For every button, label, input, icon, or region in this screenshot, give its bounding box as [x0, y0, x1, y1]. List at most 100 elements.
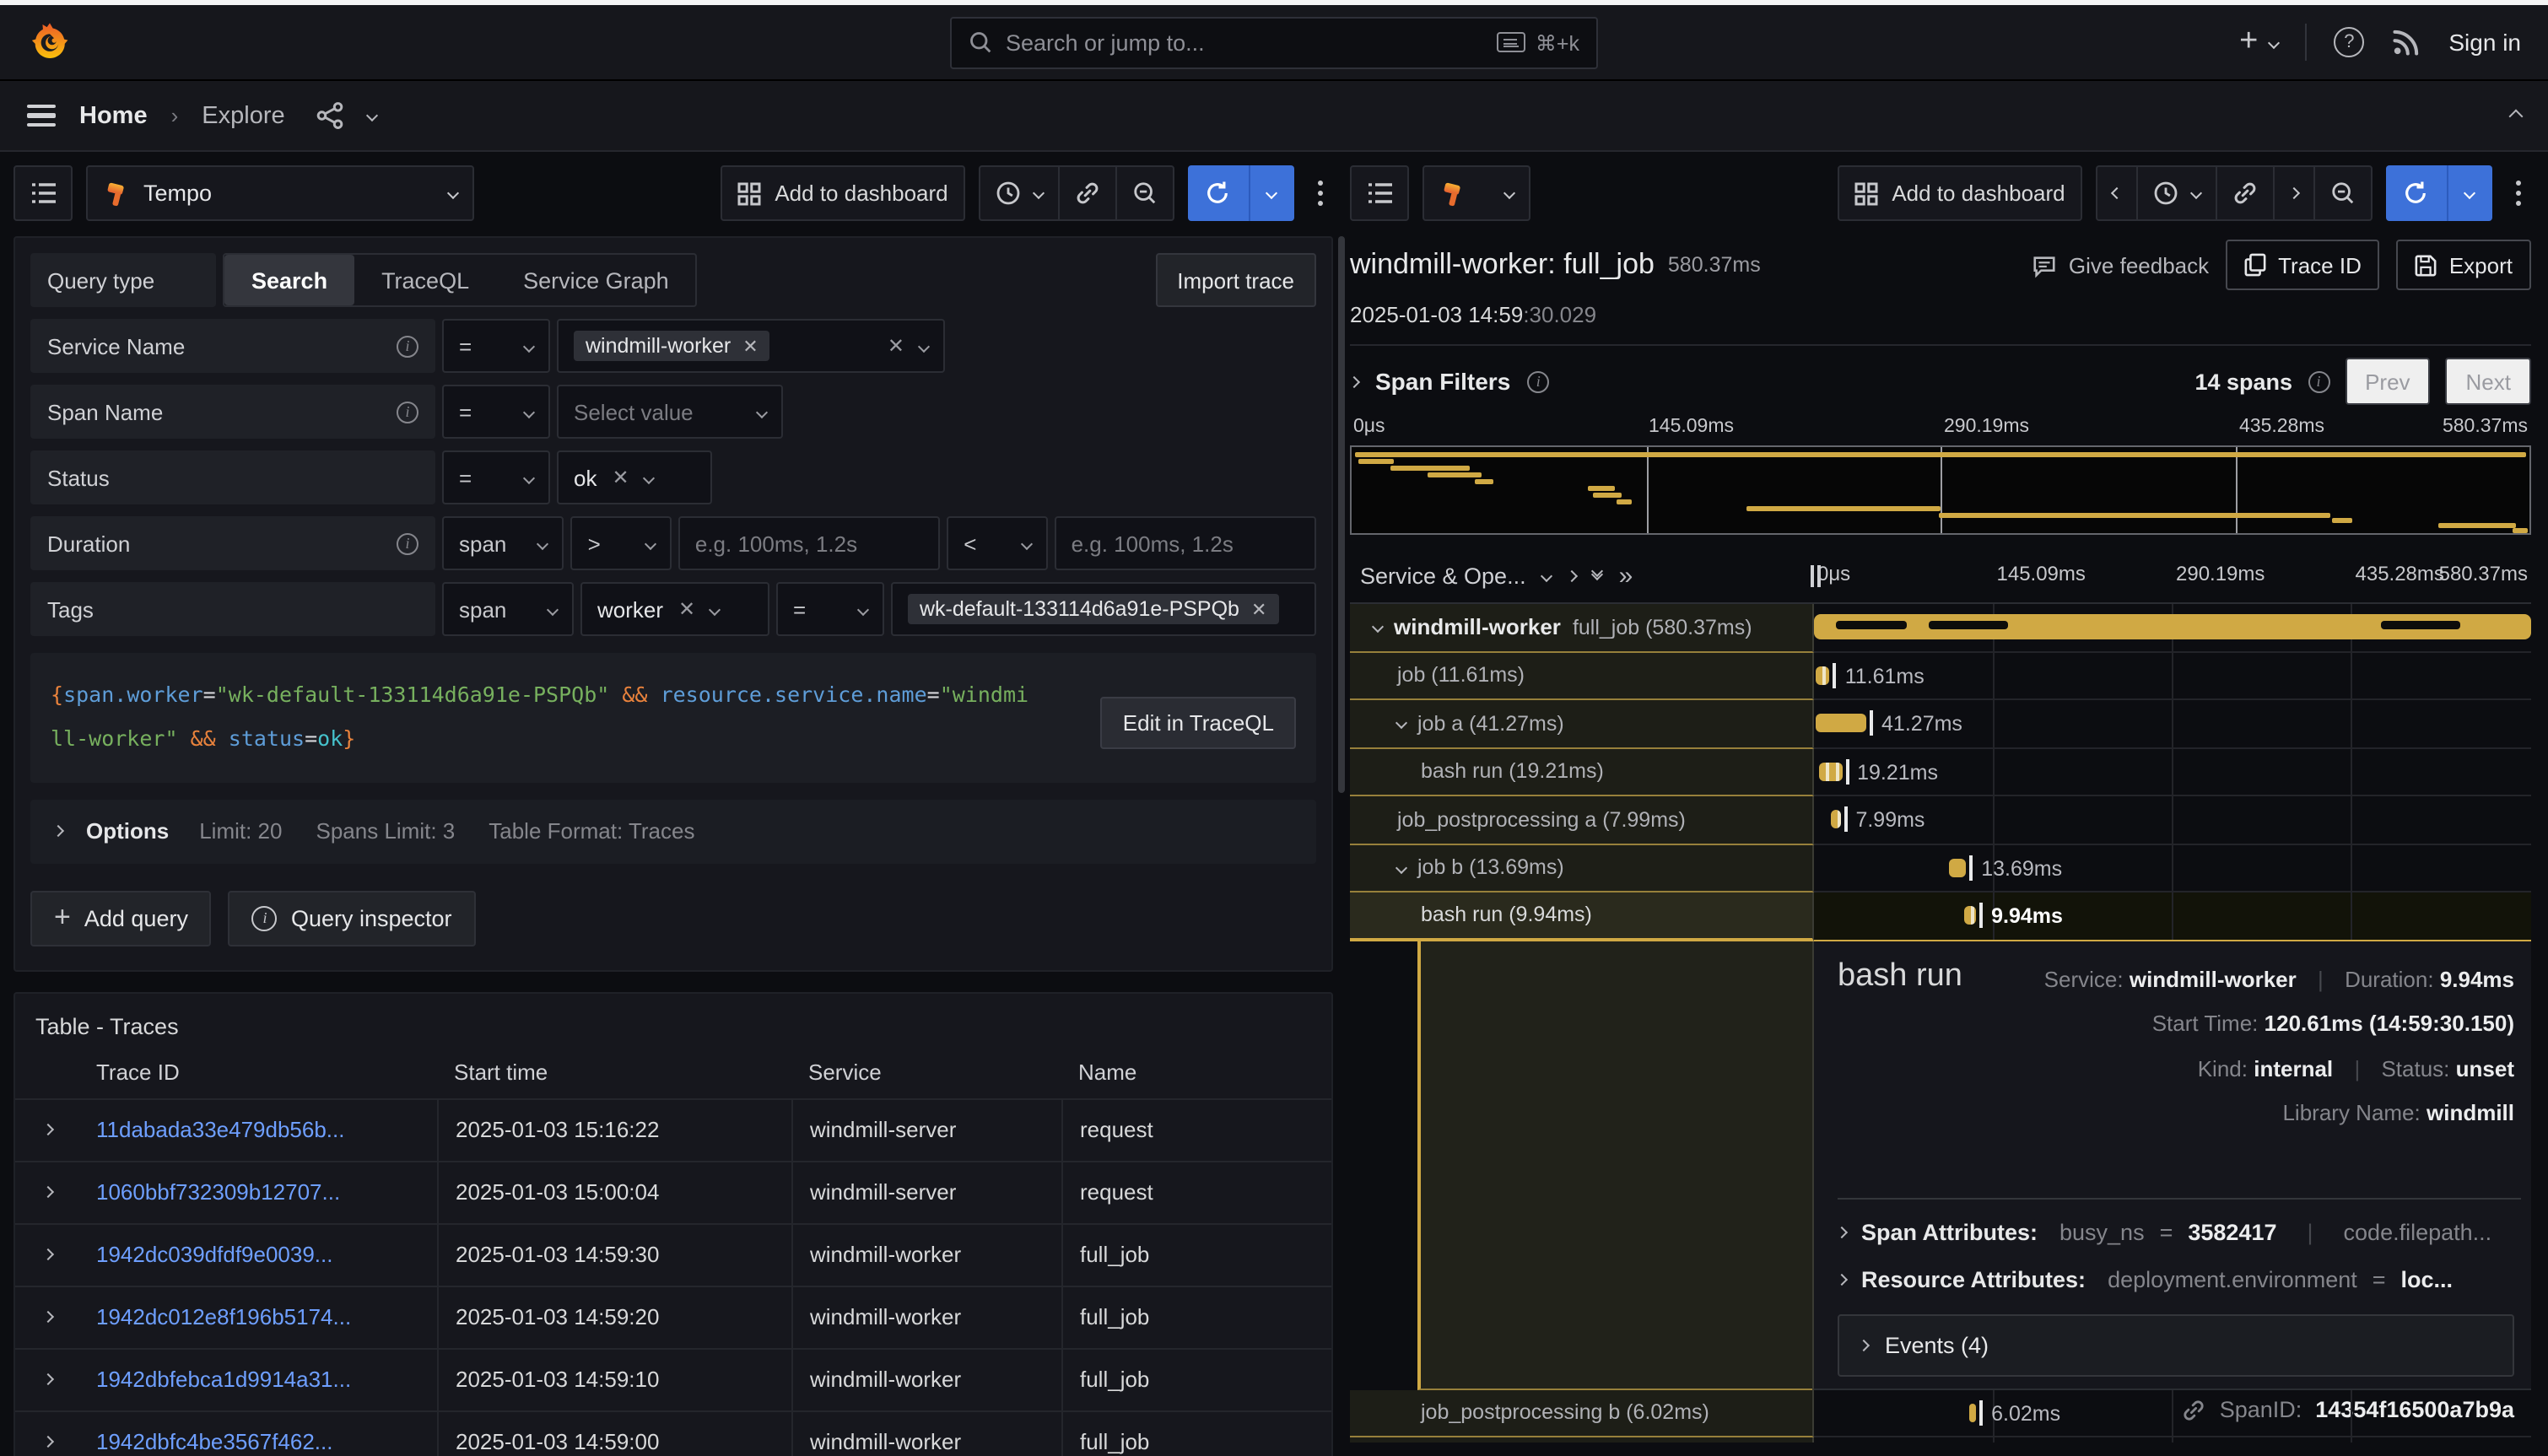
help-icon[interactable]: ?: [2334, 27, 2364, 57]
tree-chevron-icon[interactable]: [1395, 717, 1407, 729]
span-row[interactable]: job a (41.27ms)41.27ms: [1350, 700, 2531, 748]
trace-id-link[interactable]: 1942dc039dfdf9e0039...: [79, 1224, 437, 1285]
tags-key-select[interactable]: worker ✕: [580, 582, 769, 636]
outline-toggle-button[interactable]: [1350, 165, 1409, 221]
duration-min-input[interactable]: e.g. 100ms, 1.2s: [678, 516, 940, 570]
span-row[interactable]: job c (286.87ms)286.87ms: [1350, 1437, 2531, 1443]
service-operation-column-header[interactable]: Service & Ope... »: [1350, 548, 1814, 602]
span-filters-label[interactable]: Span Filters: [1375, 368, 1510, 395]
span-bar-area[interactable]: 9.94ms: [1814, 892, 2531, 941]
tags-value[interactable]: wk-default-133114d6a91e-PSPQb✕: [891, 582, 1316, 636]
span-duration-bar[interactable]: [1831, 810, 1841, 828]
add-to-dashboard-button[interactable]: Add to dashboard: [1838, 165, 2081, 221]
collapse-all-icon[interactable]: [1594, 572, 1602, 579]
clear-icon[interactable]: ✕: [612, 466, 629, 489]
link-split-button[interactable]: [2216, 165, 2273, 221]
span-name-cell[interactable]: bash run (9.94ms): [1350, 892, 1814, 941]
chevron-right-icon[interactable]: [1567, 569, 1579, 581]
span-name-cell[interactable]: job_postprocessing b (6.02ms): [1350, 1389, 1814, 1437]
zoom-out-button[interactable]: [1115, 165, 1174, 221]
table-row[interactable]: 1060bbf732309b12707...2025-01-03 15:00:0…: [15, 1160, 1331, 1222]
span-name-cell[interactable]: job b (13.69ms): [1350, 844, 1814, 892]
col-trace-id[interactable]: Trace ID: [79, 1059, 437, 1084]
span-row[interactable]: job_postprocessing a (7.99ms)7.99ms: [1350, 796, 2531, 844]
table-row[interactable]: 11dabada33e479db56b...2025-01-03 15:16:2…: [15, 1097, 1331, 1160]
breadcrumb-actions-chevron-icon[interactable]: [366, 110, 378, 121]
add-to-dashboard-button[interactable]: Add to dashboard: [721, 165, 964, 221]
tab-service-graph[interactable]: Service Graph: [496, 255, 696, 305]
span-duration-bar[interactable]: [1816, 666, 1830, 684]
span-name-cell[interactable]: bash run (19.21ms): [1350, 748, 1814, 796]
span-name-operator[interactable]: =: [442, 385, 550, 439]
options-row[interactable]: Options Limit: 20 Spans Limit: 3 Table F…: [30, 799, 1316, 863]
span-bar-area[interactable]: 286.87ms: [1814, 1437, 2531, 1443]
span-duration-bar[interactable]: [1969, 1403, 1977, 1421]
breadcrumb-home[interactable]: Home: [79, 102, 148, 129]
trace-id-link[interactable]: 1942dbfc4be3567f462...: [79, 1411, 437, 1456]
trace-id-link[interactable]: 11dabada33e479db56b...: [79, 1099, 437, 1160]
span-name-cell[interactable]: job (11.61ms): [1350, 652, 1814, 700]
clear-icon[interactable]: ✕: [888, 334, 904, 358]
chevron-down-icon[interactable]: [1541, 569, 1553, 581]
left-pane-scrollbar[interactable]: [1338, 236, 1345, 793]
span-name-cell[interactable]: job_postprocessing a (7.99ms): [1350, 796, 1814, 844]
span-bar-area[interactable]: 7.99ms: [1814, 796, 2531, 844]
span-row[interactable]: job (11.61ms)11.61ms: [1350, 652, 2531, 700]
status-operator[interactable]: =: [442, 450, 550, 504]
resource-attributes-row[interactable]: Resource Attributes: deployment.environm…: [1838, 1267, 2521, 1292]
time-picker-button[interactable]: [979, 165, 1058, 221]
tags-scope-select[interactable]: span: [442, 582, 574, 636]
sign-in-link[interactable]: Sign in: [2448, 29, 2521, 56]
span-row[interactable]: windmill-workerfull_job (580.37ms): [1350, 604, 2531, 652]
col-service[interactable]: Service: [791, 1059, 1061, 1084]
col-start-time[interactable]: Start time: [437, 1059, 791, 1084]
duration-max-input[interactable]: e.g. 100ms, 1.2s: [1055, 516, 1316, 570]
span-duration-bar[interactable]: [1818, 762, 1842, 780]
table-row[interactable]: 1942dbfebca1d9914a31...2025-01-03 14:59:…: [15, 1347, 1331, 1410]
next-button[interactable]: Next: [2446, 358, 2531, 405]
table-row[interactable]: 1942dbfc4be3567f462...2025-01-03 14:59:0…: [15, 1410, 1331, 1456]
table-row[interactable]: 1942dc039dfdf9e0039...2025-01-03 14:59:3…: [15, 1222, 1331, 1285]
give-feedback-link[interactable]: Give feedback: [2032, 252, 2209, 278]
run-interval-chevron[interactable]: [1250, 165, 1294, 221]
span-name-cell[interactable]: windmill-workerfull_job (580.37ms): [1350, 604, 1814, 652]
span-row[interactable]: job_postprocessing b (6.02ms)6.02ms: [1350, 1389, 2531, 1437]
pane-kebab-menu-icon[interactable]: [1308, 180, 1333, 206]
trace-id-link[interactable]: 1060bbf732309b12707...: [79, 1162, 437, 1222]
edit-in-traceql-button[interactable]: Edit in TraceQL: [1101, 697, 1296, 749]
trace-id-link[interactable]: 1942dc012e8f196b5174...: [79, 1286, 437, 1347]
tree-chevron-icon[interactable]: [1372, 621, 1384, 633]
export-button[interactable]: Export: [2397, 240, 2531, 290]
span-name-cell[interactable]: job a (41.27ms): [1350, 700, 1814, 748]
shift-time-back-button[interactable]: [2096, 165, 2136, 221]
service-name-value[interactable]: windmill-worker✕ ✕: [557, 319, 945, 373]
span-attributes-row[interactable]: Span Attributes: busy_ns = 3582417 | cod…: [1838, 1220, 2521, 1245]
row-expander-icon[interactable]: [15, 1286, 79, 1347]
service-name-chip[interactable]: windmill-worker✕: [574, 331, 770, 361]
refresh-icon[interactable]: [2386, 165, 2448, 221]
query-inspector-button[interactable]: i Query inspector: [229, 890, 476, 946]
trace-id-button[interactable]: Trace ID: [2226, 240, 2380, 290]
new-menu-button[interactable]: +: [2239, 24, 2278, 61]
collapse-header-icon[interactable]: [2509, 109, 2524, 123]
duration-op1-select[interactable]: >: [571, 516, 672, 570]
expand-all-icon[interactable]: »: [1619, 561, 1632, 590]
run-interval-chevron[interactable]: [2448, 165, 2492, 221]
remove-chip-icon[interactable]: ✕: [742, 335, 758, 357]
tags-value-chip[interactable]: wk-default-133114d6a91e-PSPQb✕: [908, 594, 1278, 624]
time-picker-button[interactable]: [2136, 165, 2216, 221]
tab-traceql[interactable]: TraceQL: [354, 255, 496, 305]
tab-search[interactable]: Search: [224, 255, 354, 305]
duration-scope-select[interactable]: span: [442, 516, 564, 570]
clear-icon[interactable]: ✕: [678, 597, 695, 621]
span-bar-area[interactable]: 19.21ms: [1814, 748, 2531, 796]
pane-kebab-menu-icon[interactable]: [2506, 180, 2531, 206]
duration-op2-select[interactable]: <: [947, 516, 1047, 570]
span-bar-area[interactable]: [1814, 604, 2531, 652]
status-value[interactable]: ok ✕: [557, 450, 712, 504]
row-expander-icon[interactable]: [15, 1411, 79, 1456]
datasource-picker[interactable]: Tempo: [86, 165, 474, 221]
span-row[interactable]: job b (13.69ms)13.69ms: [1350, 844, 2531, 892]
span-duration-bar[interactable]: [1816, 714, 1866, 732]
trace-id-link[interactable]: 1942dbfebca1d9914a31...: [79, 1349, 437, 1410]
